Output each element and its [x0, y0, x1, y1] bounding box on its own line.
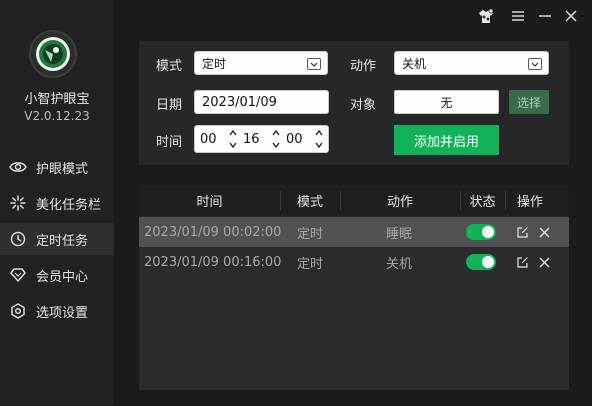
sidebar-item-label: 美化任务栏 — [36, 197, 102, 213]
eye-icon — [9, 158, 27, 176]
close-icon[interactable] — [561, 6, 581, 26]
clock-icon — [9, 230, 27, 248]
eye-logo-icon — [36, 37, 70, 71]
table-row[interactable]: 2023/01/09 00:16:00 定时 关机 — [139, 247, 569, 277]
chevron-down-icon — [528, 58, 542, 70]
date-value: 2023/01/09 — [202, 94, 277, 110]
target-value: 无 — [440, 95, 453, 110]
sidebar-item-label: 选项设置 — [36, 305, 89, 321]
choose-button[interactable]: 选择 — [509, 90, 549, 114]
diamond-icon — [9, 266, 27, 284]
table-header: 时间 模式 动作 状态 操作 — [139, 185, 569, 216]
row-mode: 定时 — [297, 256, 324, 272]
sidebar-item-eye-mode[interactable]: 护眼模式 — [0, 151, 114, 183]
row-time: 2023/01/09 00:02:00 — [144, 224, 282, 240]
app-name: 小智护眼宝 — [24, 92, 90, 107]
app-logo — [29, 30, 77, 78]
menu-icon[interactable] — [508, 6, 528, 26]
date-label: 日期 — [156, 98, 183, 113]
date-input[interactable]: 2023/01/09 — [194, 90, 329, 114]
toggle-knob — [482, 256, 494, 268]
time-hour[interactable]: 00 — [200, 126, 217, 152]
col-header-status: 状态 — [469, 195, 496, 210]
col-header-operation: 操作 — [516, 195, 543, 210]
col-header-mode: 模式 — [296, 195, 323, 210]
row-action: 关机 — [386, 256, 413, 272]
sparkle-icon — [9, 194, 27, 212]
mode-select[interactable]: 定时 — [194, 51, 328, 75]
edit-icon[interactable] — [515, 255, 529, 269]
sidebar: 小智护眼宝 V2.0.12.23 护眼模式 美化任务栏 定时任务 会员中心 选项… — [0, 0, 114, 406]
status-toggle[interactable] — [466, 254, 496, 270]
minimize-icon[interactable] — [535, 6, 555, 26]
col-header-action: 动作 — [386, 195, 413, 210]
row-action: 睡眠 — [386, 226, 413, 242]
time-minute[interactable]: 16 — [243, 126, 260, 152]
action-select[interactable]: 关机 — [394, 51, 549, 75]
app-version: V2.0.12.23 — [24, 109, 90, 123]
row-mode: 定时 — [297, 226, 324, 242]
table-row[interactable]: 2023/01/09 00:02:00 定时 睡眠 — [139, 217, 569, 247]
task-table: 时间 模式 动作 状态 操作 2023/01/09 00:02:00 定时 睡眠… — [139, 185, 569, 390]
sidebar-item-label: 会员中心 — [36, 269, 89, 285]
add-enable-label: 添加并启用 — [413, 134, 479, 150]
time-picker[interactable]: 00 16 00 — [194, 125, 329, 153]
action-value: 关机 — [402, 56, 427, 71]
delete-icon[interactable] — [537, 255, 551, 269]
action-label: 动作 — [350, 59, 377, 74]
time-label: 时间 — [156, 135, 183, 150]
second-stepper-icon[interactable] — [315, 129, 323, 149]
sidebar-item-settings[interactable]: 选项设置 — [0, 295, 114, 327]
sidebar-item-label: 护眼模式 — [36, 161, 89, 177]
status-toggle[interactable] — [466, 224, 496, 240]
target-field[interactable]: 无 — [394, 90, 499, 114]
toggle-knob — [482, 226, 494, 238]
add-enable-button[interactable]: 添加并启用 — [394, 125, 499, 155]
target-label: 对象 — [350, 98, 377, 113]
mode-label: 模式 — [156, 59, 183, 74]
skin-icon[interactable] — [476, 6, 496, 26]
choose-label: 选择 — [516, 95, 541, 110]
sidebar-item-member[interactable]: 会员中心 — [0, 259, 114, 291]
col-header-time: 时间 — [196, 195, 223, 210]
chevron-down-icon — [307, 58, 321, 70]
hour-stepper-icon[interactable] — [229, 129, 237, 149]
sidebar-item-timed-tasks[interactable]: 定时任务 — [0, 223, 114, 255]
row-time: 2023/01/09 00:16:00 — [144, 254, 282, 270]
gear-icon — [9, 302, 27, 320]
mode-value: 定时 — [202, 56, 227, 71]
delete-icon[interactable] — [537, 225, 551, 239]
minute-stepper-icon[interactable] — [272, 129, 280, 149]
sidebar-item-taskbar[interactable]: 美化任务栏 — [0, 187, 114, 219]
time-second[interactable]: 00 — [286, 126, 303, 152]
edit-icon[interactable] — [515, 225, 529, 239]
sidebar-item-label: 定时任务 — [36, 233, 89, 249]
